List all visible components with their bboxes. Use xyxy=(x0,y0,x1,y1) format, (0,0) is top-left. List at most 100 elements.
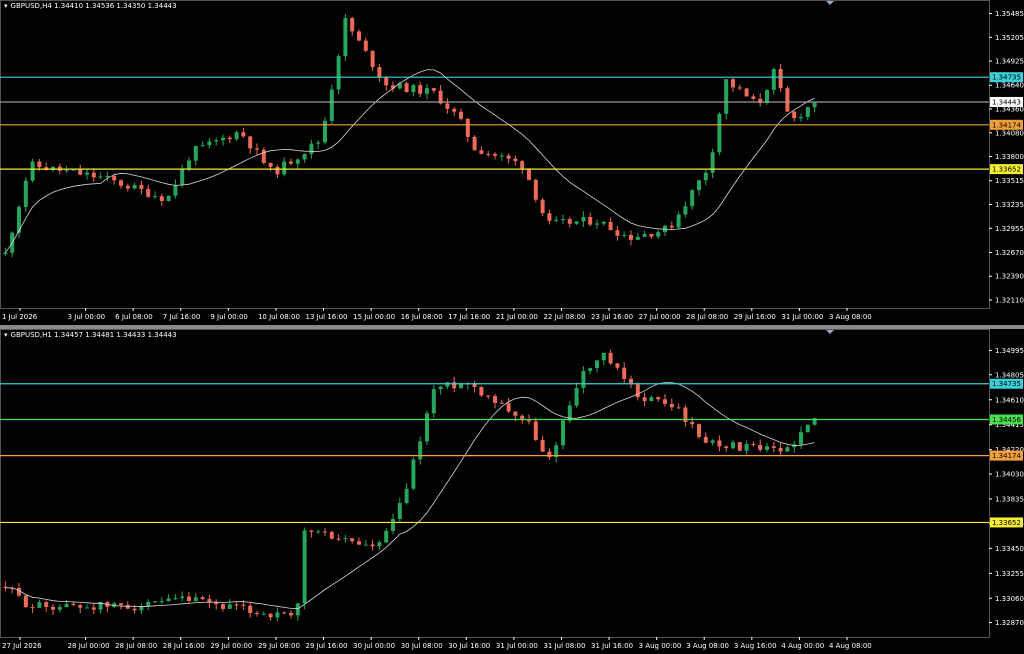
symbol-info-h1: GBPUSD,H1 1.34457 1.34481 1.34433 1.3444… xyxy=(10,331,177,339)
chart-canvas-h1[interactable]: 1.349951.348051.346101.344151.342201.340… xyxy=(0,329,1024,654)
time-tick-label: 1 Jul 2026 xyxy=(2,313,38,321)
candle-body xyxy=(85,172,89,175)
candle-body xyxy=(200,145,205,147)
price-tick-label: 1.35205 xyxy=(995,34,1024,42)
candle-body xyxy=(282,161,287,175)
candle-body xyxy=(513,411,518,416)
candle-body xyxy=(295,603,300,616)
price-tick-label: 1.33235 xyxy=(995,201,1024,209)
candle-body xyxy=(703,172,708,181)
candle-body xyxy=(765,89,769,103)
candle-body xyxy=(697,180,701,191)
candle-body xyxy=(57,606,62,610)
candle-body xyxy=(37,602,42,608)
candle-body xyxy=(561,420,565,446)
candle-body xyxy=(540,439,545,452)
candle-body xyxy=(30,607,35,609)
dropdown-triangle-icon[interactable]: ▾ xyxy=(4,331,8,339)
candle-body xyxy=(214,602,219,605)
chart-panel-h4[interactable]: 1.35485 1.35205 1.34925 1.34640 1.34360 1.340… xyxy=(0,0,1024,325)
candle-body xyxy=(316,142,321,144)
chart-shift-icon[interactable] xyxy=(826,330,834,334)
candle-body xyxy=(23,595,28,608)
price-tick-label: 1.34610 xyxy=(995,396,1024,404)
candle-body xyxy=(268,613,273,618)
candle-body xyxy=(363,544,368,546)
candle-body xyxy=(221,137,225,141)
level-badge-text-cyan: 1.34735 xyxy=(992,380,1021,388)
candle-body xyxy=(295,159,300,164)
price-tick-label: 1.33450 xyxy=(995,545,1024,553)
candle-body xyxy=(499,155,504,157)
time-tick-label: 28 Jul 08:00 xyxy=(115,642,157,650)
price-tick-label: 1.32955 xyxy=(995,225,1024,233)
candle-body xyxy=(527,168,531,180)
candle-body xyxy=(479,150,484,154)
candle-body xyxy=(153,196,157,198)
time-tick-label: 30 Jul 00:00 xyxy=(353,642,395,650)
time-tick-label: 27 Jul 00:00 xyxy=(639,313,681,321)
level-badge-text-green: 1.34456 xyxy=(992,416,1021,424)
candle-body xyxy=(445,103,450,109)
candle-body xyxy=(397,503,402,520)
time-tick-label: 10 Jul 08:00 xyxy=(258,313,300,321)
candle-body xyxy=(234,132,239,140)
level-badge-text-orange: 1.34174 xyxy=(992,452,1021,460)
candle-body xyxy=(248,136,253,149)
price-tick-label: 1.34080 xyxy=(995,129,1024,137)
candle-body xyxy=(153,601,157,603)
chart-canvas-h4[interactable]: 1.354851.352051.349251.346401.343601.340… xyxy=(0,0,1024,325)
candle-body xyxy=(683,206,688,215)
candle-body xyxy=(737,87,742,89)
level-badge-text-yellow: 1.33652 xyxy=(992,519,1021,527)
candle-body xyxy=(601,352,606,361)
candle-body xyxy=(302,153,307,160)
candle-body xyxy=(323,120,327,143)
time-tick-label: 3 Aug 08:00 xyxy=(686,642,729,650)
chart-panel-h1[interactable]: 1.34995 1.34805 1.34610 1.34415 1.34220 1.340… xyxy=(0,329,1024,654)
price-tick-label: 1.32870 xyxy=(995,619,1024,627)
time-tick-label: 16 Jul 08:00 xyxy=(401,313,443,321)
candle-body xyxy=(425,88,429,94)
candle-body xyxy=(805,107,810,117)
level-badge-text-yellow: 1.33652 xyxy=(992,166,1021,174)
chart-header-h4: ▾ GBPUSD,H4 1.34410 1.34536 1.34350 1.344… xyxy=(4,2,177,10)
price-tick-label: 1.33060 xyxy=(995,595,1024,603)
candle-body xyxy=(37,161,42,168)
candle-body xyxy=(275,612,280,618)
candle-body xyxy=(690,421,695,425)
time-tick-label: 29 Jul 00:00 xyxy=(210,642,252,650)
candle-body xyxy=(282,612,287,614)
candle-body xyxy=(289,161,293,164)
candle-body xyxy=(744,444,749,451)
candle-body xyxy=(309,530,314,532)
candle-body xyxy=(642,234,647,237)
candle-body xyxy=(799,116,803,119)
candle-body xyxy=(622,234,627,236)
candle-body xyxy=(425,413,429,442)
candle-body xyxy=(697,424,701,437)
candle-body xyxy=(574,388,579,406)
chart-shift-icon[interactable] xyxy=(826,1,834,5)
candle-body xyxy=(778,447,783,452)
candle-body xyxy=(227,137,232,140)
price-tick-label: 1.34640 xyxy=(995,82,1024,90)
time-tick-label: 28 Jul 00:00 xyxy=(68,642,110,650)
candle-body xyxy=(71,169,76,171)
price-tick-label: 1.34030 xyxy=(995,471,1024,479)
candle-body xyxy=(146,601,151,607)
candle-body xyxy=(180,596,185,599)
candle-body xyxy=(649,234,654,237)
candle-body xyxy=(261,613,266,615)
candle-body xyxy=(751,96,756,99)
candle-body xyxy=(758,445,763,450)
time-tick-label: 7 Jul 16:00 xyxy=(163,313,201,321)
candle-body xyxy=(459,111,463,119)
candle-body xyxy=(187,160,191,169)
candle-body xyxy=(119,180,123,186)
candle-body xyxy=(166,598,171,602)
dropdown-triangle-icon[interactable]: ▾ xyxy=(4,2,8,10)
candle-body xyxy=(499,402,504,404)
candle-body xyxy=(166,195,171,202)
candle-body xyxy=(404,488,409,504)
